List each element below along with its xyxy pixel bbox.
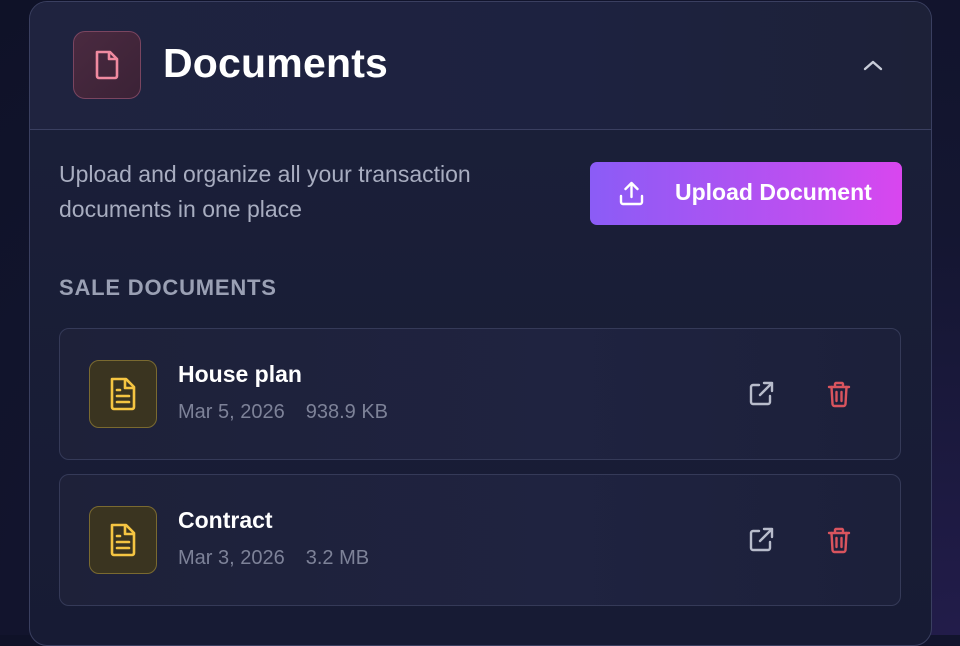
trash-icon[interactable]	[824, 379, 854, 409]
document-row[interactable]: House plan Mar 5, 2026 938.9 KB	[59, 328, 901, 460]
file-text-icon	[89, 360, 157, 428]
file-text-icon	[89, 506, 157, 574]
upload-document-button[interactable]: Upload Document	[590, 162, 902, 225]
upload-document-label: Upload Document	[675, 179, 872, 205]
chevron-up-icon[interactable]	[860, 52, 886, 78]
upload-icon	[618, 180, 645, 210]
document-name: House plan	[178, 361, 302, 387]
document-date: Mar 3, 2026	[178, 547, 285, 569]
section-heading: SALE DOCUMENTS	[59, 275, 277, 300]
document-name: Contract	[178, 507, 273, 533]
external-link-icon[interactable]	[746, 525, 776, 555]
section-description: Upload and organize all your transaction…	[59, 161, 471, 222]
document-meta: Mar 5, 2026 938.9 KB	[178, 401, 388, 424]
trash-icon[interactable]	[824, 525, 854, 555]
document-size: 938.9 KB	[305, 401, 389, 423]
page-title: Documents	[163, 40, 389, 86]
document-size: 3.2 MB	[305, 547, 370, 569]
document-date: Mar 5, 2026	[178, 401, 285, 423]
document-row[interactable]: Contract Mar 3, 2026 3.2 MB	[59, 474, 901, 606]
document-icon	[73, 31, 141, 99]
external-link-icon[interactable]	[746, 379, 776, 409]
documents-header[interactable]: Documents	[30, 2, 931, 130]
document-meta: Mar 3, 2026 3.2 MB	[178, 547, 369, 570]
documents-card: Documents Upload and organize all your t…	[29, 1, 932, 646]
